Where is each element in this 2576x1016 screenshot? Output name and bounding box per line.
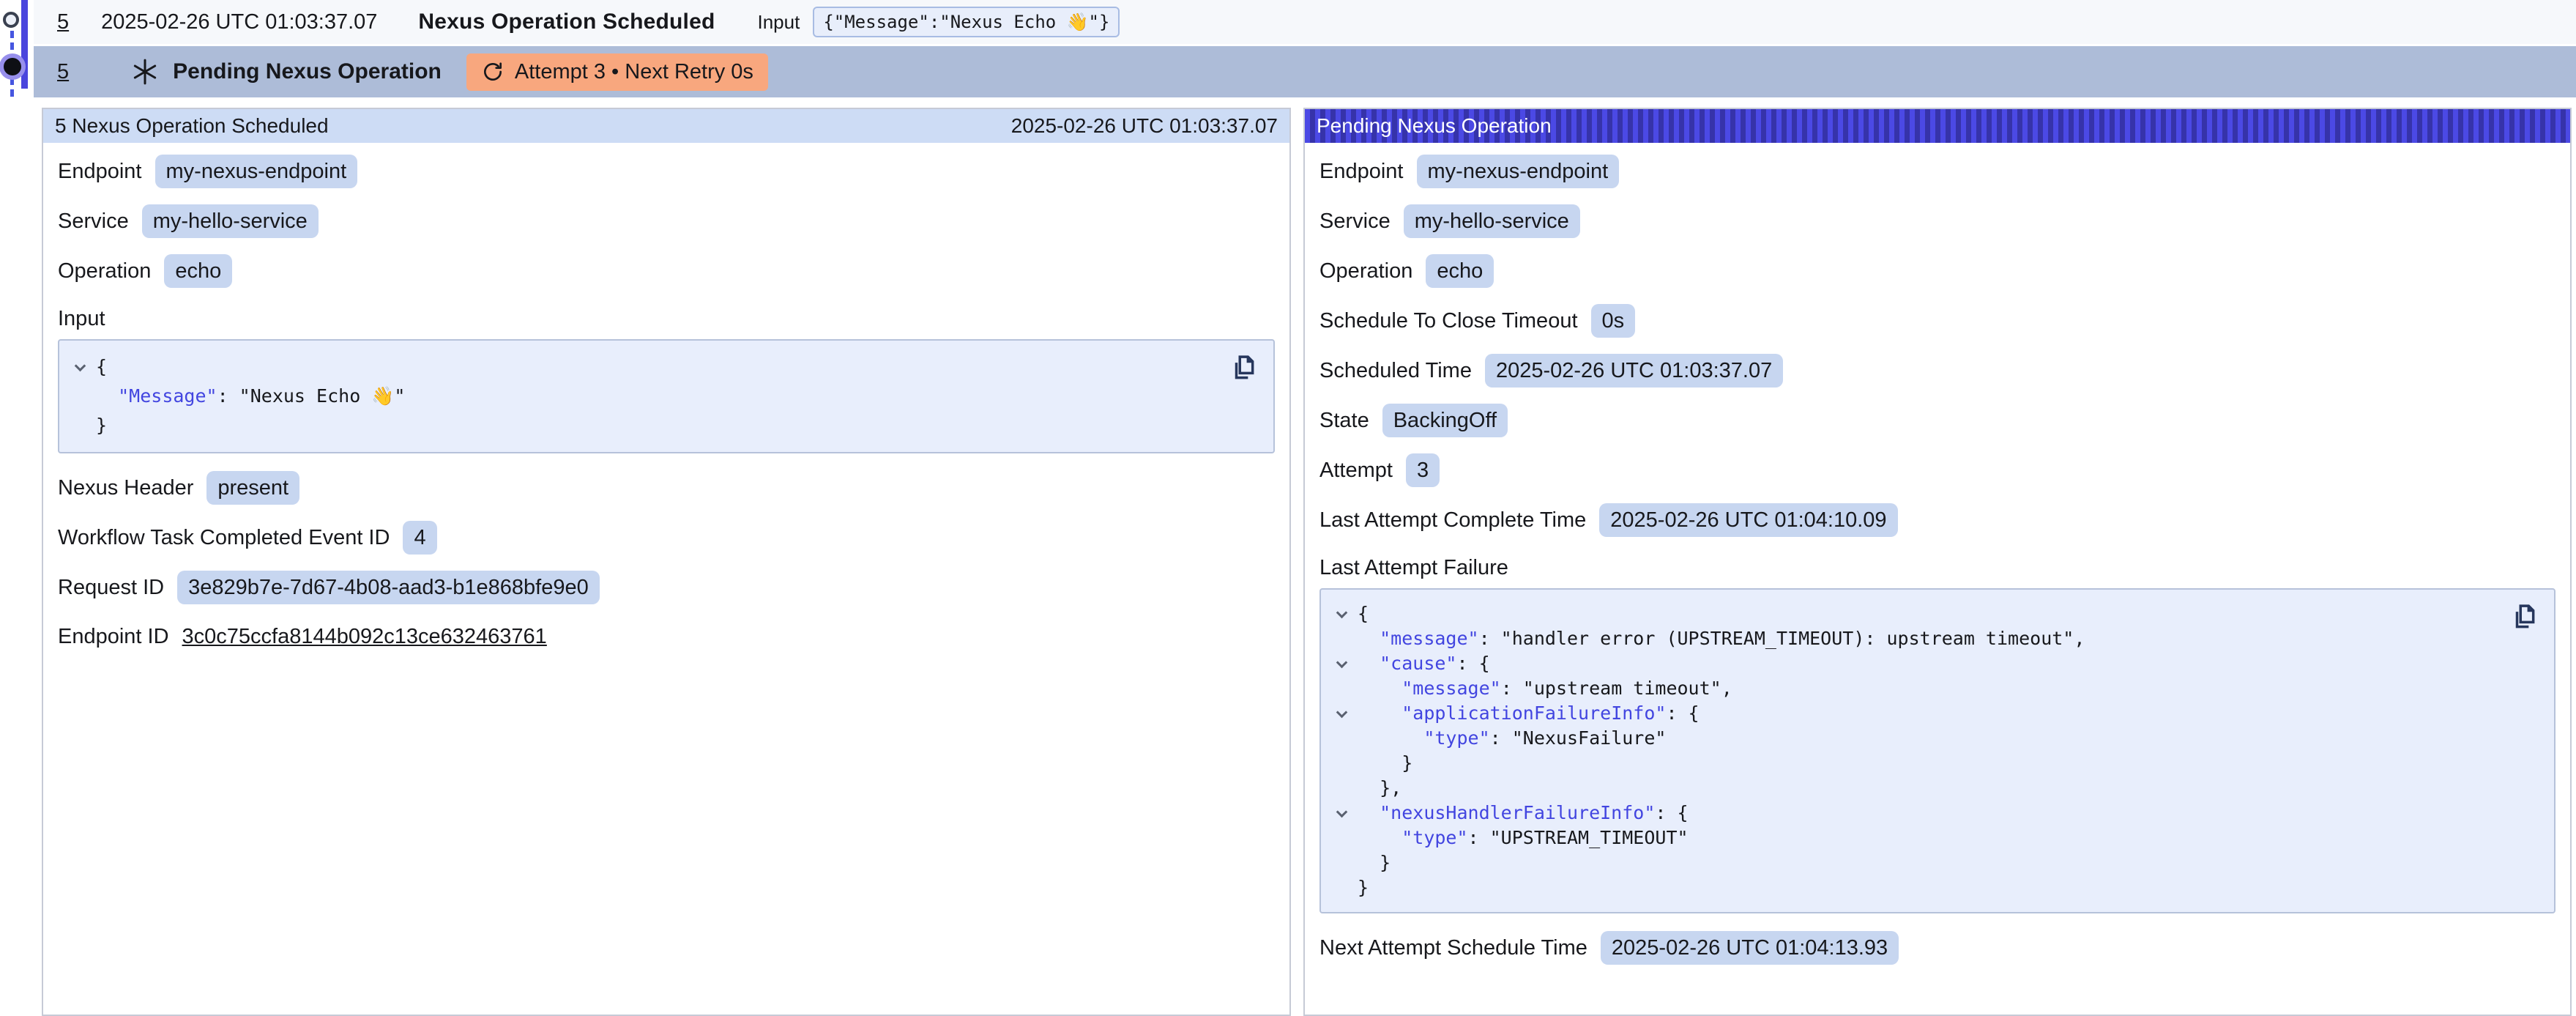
code-line: "type": "NexusFailure" (1325, 726, 2542, 751)
copy-button[interactable] (1229, 352, 1259, 385)
pending-panel-header-title: Pending Nexus Operation (1317, 114, 1552, 138)
field-value-badge: 3 (1406, 453, 1440, 487)
field-value-badge: echo (164, 254, 232, 288)
code-line: "cause": { (1325, 651, 2542, 676)
field-row-attempt: Attempt 3 (1319, 453, 2555, 487)
timeline-event-marker-open[interactable] (3, 12, 19, 28)
field-value-badge: my-hello-service (1404, 204, 1580, 238)
field-label: Attempt (1319, 459, 1393, 483)
code-line: "message": "upstream timeout", (1325, 676, 2542, 701)
field-label: Schedule To Close Timeout (1319, 309, 1578, 333)
field-value-badge: 4 (403, 521, 436, 555)
collapse-chevron-icon[interactable] (1336, 607, 1347, 619)
code-line: "type": "UPSTREAM_TIMEOUT" (1325, 826, 2542, 850)
field-label: State (1319, 409, 1369, 433)
pending-fields: Endpoint my-nexus-endpoint Service my-hello… (1319, 155, 2555, 537)
code-line: "Message": "Nexus Echo 👋" (64, 382, 1262, 411)
event-id-link[interactable]: 5 (57, 10, 69, 34)
event-detail-header: 5 Nexus Operation Scheduled 2025-02-26 U… (43, 109, 1289, 143)
field-row-endpoint-id: Endpoint ID 3c0c75ccfa8144b092c13ce63246… (58, 620, 1275, 653)
retry-icon (481, 60, 505, 84)
failure-section-label: Last Attempt Failure (1319, 553, 2555, 582)
retry-badge-text: Attempt 3 • Next Retry 0s (515, 60, 753, 84)
event-timestamp: 2025-02-26 UTC 01:03:37.07 (101, 10, 377, 34)
collapse-chevron-icon[interactable] (1336, 707, 1347, 719)
code-line: } (64, 411, 1262, 440)
field-row-scheduled-time: Scheduled Time 2025-02-26 UTC 01:03:37.07 (1319, 354, 2555, 388)
field-value-badge: my-hello-service (142, 204, 319, 238)
pending-operation-title: Pending Nexus Operation (173, 59, 442, 84)
endpoint-id-link[interactable]: 3c0c75ccfa8144b092c13ce632463761 (182, 625, 547, 649)
field-row-operation: Operation echo (58, 254, 1275, 288)
input-code-block: { "Message": "Nexus Echo 👋"} (58, 339, 1275, 453)
timeline-event-marker-current[interactable] (4, 58, 21, 75)
code-line: } (1325, 875, 2542, 900)
asterisk-icon (130, 57, 160, 86)
field-row-workflow-task-completed-event-id: Workflow Task Completed Event ID 4 (58, 521, 1275, 555)
code-line: "message": "handler error (UPSTREAM_TIME… (1325, 626, 2542, 651)
field-row-service: Service my-hello-service (58, 204, 1275, 238)
code-line: "nexusHandlerFailureInfo": { (1325, 801, 2542, 826)
retry-status-badge: Attempt 3 • Next Retry 0s (466, 53, 768, 91)
code-line: }, (1325, 776, 2542, 801)
field-row-operation: Operation echo (1319, 254, 2555, 288)
field-value-badge: my-nexus-endpoint (1417, 155, 1620, 188)
code-line: } (1325, 751, 2542, 776)
field-value-badge: 2025-02-26 UTC 01:03:37.07 (1485, 354, 1783, 388)
field-label: Nexus Header (58, 476, 193, 500)
event-input-preview-chip[interactable]: {"Message":"Nexus Echo 👋"} (813, 7, 1120, 37)
code-line: { (64, 352, 1262, 382)
code-line: { (1325, 601, 2542, 626)
field-value-badge: BackingOff (1382, 404, 1508, 437)
field-label: Operation (1319, 259, 1412, 283)
code-line: } (1325, 850, 2542, 875)
field-value-badge: 2025-02-26 UTC 01:04:10.09 (1599, 503, 1897, 537)
event-title: Nexus Operation Scheduled (418, 10, 715, 34)
field-row-service: Service my-hello-service (1319, 204, 2555, 238)
field-label: Last Attempt Complete Time (1319, 508, 1586, 533)
code-line: "applicationFailureInfo": { (1325, 701, 2542, 726)
field-row-endpoint: Endpoint my-nexus-endpoint (58, 155, 1275, 188)
field-label: Operation (58, 259, 151, 283)
field-row-schedule-to-close-timeout: Schedule To Close Timeout 0s (1319, 304, 2555, 338)
field-label: Workflow Task Completed Event ID (58, 526, 390, 550)
event-fields-bottom: Nexus Header present Workflow Task Complet… (58, 471, 1275, 604)
field-value-badge: 2025-02-26 UTC 01:04:13.93 (1601, 931, 1899, 965)
field-row-next-attempt-schedule-time: Next Attempt Schedule Time 2025-02-26 UT… (1319, 931, 2555, 965)
event-summary-row[interactable]: 5 2025-02-26 UTC 01:03:37.07 Nexus Opera… (34, 0, 2576, 44)
collapse-chevron-icon[interactable] (1336, 807, 1347, 818)
pending-event-id-link[interactable]: 5 (57, 60, 69, 84)
field-label: Endpoint (1319, 160, 1404, 184)
field-row-request-id: Request ID 3e829b7e-7d67-4b08-aad3-b1e868… (58, 571, 1275, 604)
field-row-state: State BackingOff (1319, 404, 2555, 437)
collapse-chevron-icon[interactable] (1336, 657, 1347, 669)
field-label: Service (1319, 209, 1391, 234)
field-label: Service (58, 209, 129, 234)
event-detail-panel: 5 Nexus Operation Scheduled 2025-02-26 U… (42, 108, 1291, 1016)
field-row-nexus-header: Nexus Header present (58, 471, 1275, 505)
event-fields-top: Endpoint my-nexus-endpoint Service my-hello… (58, 155, 1275, 288)
event-detail-header-timestamp: 2025-02-26 UTC 01:03:37.07 (1011, 114, 1278, 138)
field-value-badge: present (206, 471, 299, 505)
field-value-badge: my-nexus-endpoint (155, 155, 358, 188)
event-detail-header-title: 5 Nexus Operation Scheduled (55, 114, 329, 138)
field-value-badge: 0s (1591, 304, 1636, 338)
field-label: Endpoint ID (58, 625, 169, 649)
collapse-chevron-icon[interactable] (74, 360, 86, 372)
pending-panel-header: Pending Nexus Operation (1305, 109, 2570, 143)
field-label: Endpoint (58, 160, 142, 184)
pending-operation-panel: Pending Nexus Operation Endpoint my-nexus… (1303, 108, 2572, 1016)
field-value-badge: 3e829b7e-7d67-4b08-aad3-b1e868bfe9e0 (177, 571, 600, 604)
field-label: Request ID (58, 576, 164, 600)
field-label: Scheduled Time (1319, 359, 1472, 383)
event-input-label: Input (758, 11, 800, 34)
copy-button[interactable] (2510, 601, 2539, 634)
pending-operation-row[interactable]: 5 Pending Nexus Operation Attempt 3 • Ne… (34, 46, 2576, 97)
field-row-endpoint: Endpoint my-nexus-endpoint (1319, 155, 2555, 188)
input-section-label: Input (58, 304, 1275, 333)
timeline-active-bar (21, 0, 28, 89)
field-row-last-attempt-complete-time: Last Attempt Complete Time 2025-02-26 UTC… (1319, 503, 2555, 537)
failure-code-block: { "message": "handler error (UPSTREAM_TI… (1319, 588, 2555, 913)
field-value-badge: echo (1426, 254, 1494, 288)
